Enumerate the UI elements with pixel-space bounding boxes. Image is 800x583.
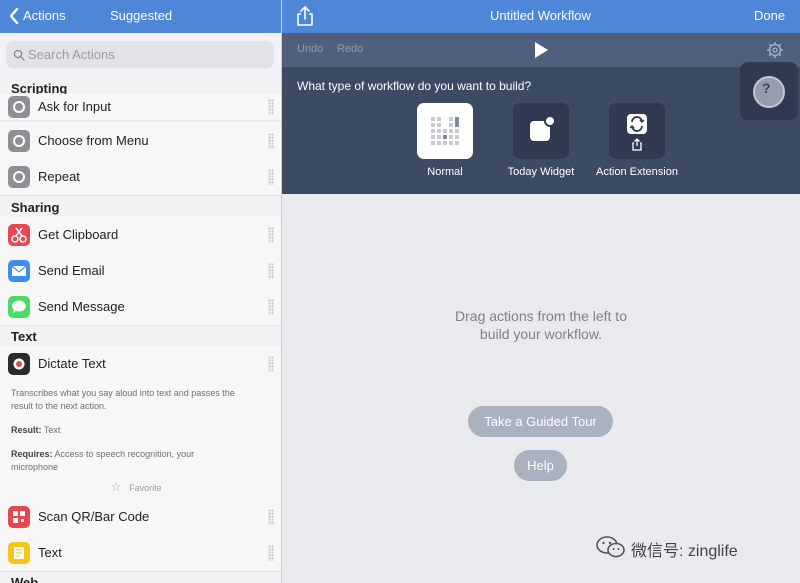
drag-handle-icon[interactable] <box>268 545 274 561</box>
action-send-email[interactable]: Send Email <box>0 253 281 290</box>
action-get-clipboard[interactable]: Get Clipboard <box>0 217 281 254</box>
result-value: Text <box>43 425 61 435</box>
gear-icon <box>8 130 30 152</box>
gear-icon <box>8 166 30 188</box>
assistive-touch-button[interactable]: ? <box>740 62 798 120</box>
workflow-icon <box>431 117 459 145</box>
drag-handle-icon[interactable] <box>268 356 274 372</box>
result-row: Result: Text <box>11 424 60 437</box>
suggested-tab[interactable]: Suggested <box>110 8 172 23</box>
extension-icon <box>627 114 647 151</box>
watermark-text: 微信号: zinglife <box>631 543 738 560</box>
question-icon: ? <box>762 80 771 96</box>
description-line-2: result to the next action. <box>11 401 107 411</box>
page-title: Untitled Workflow <box>490 8 591 23</box>
drag-handle-icon[interactable] <box>268 99 274 115</box>
drag-handle-icon[interactable] <box>268 227 274 243</box>
action-repeat[interactable]: Repeat <box>0 159 281 196</box>
action-ask-for-input[interactable]: Ask for Input <box>0 94 281 121</box>
action-label: Get Clipboard <box>38 227 119 242</box>
star-icon: ☆ <box>110 479 122 494</box>
result-label: Result: <box>11 425 42 435</box>
requires-row: Requires: Access to speech recognition, … <box>11 448 194 461</box>
redo-button[interactable]: Redo <box>337 43 363 55</box>
description-line-1: Transcribes what you say aloud into text… <box>11 388 235 398</box>
canvas-hint-line-2: build your workflow. <box>479 326 603 342</box>
back-button[interactable]: Actions <box>6 4 86 29</box>
action-label: Dictate Text <box>38 356 106 371</box>
action-label: Repeat <box>38 169 80 184</box>
type-action-extension-button[interactable] <box>609 103 665 159</box>
workflow-header: Untitled Workflow Done <box>282 0 800 33</box>
type-today-widget-button[interactable] <box>513 103 569 159</box>
action-label: Ask for Input <box>38 99 111 114</box>
favorite-button[interactable]: ☆ Favorite <box>110 478 162 496</box>
type-normal-button[interactable] <box>417 103 473 159</box>
microphone-icon <box>8 353 30 375</box>
text-icon <box>8 542 30 564</box>
type-normal-label: Normal <box>427 166 463 178</box>
requires-line-2: microphone <box>11 462 59 472</box>
action-dictate-text[interactable]: Dictate Text <box>0 346 281 382</box>
section-web: Web <box>11 575 39 583</box>
actions-sidebar: Scripting Ask for Input Choose from Menu… <box>0 33 281 583</box>
search-icon <box>13 49 25 61</box>
chooser-question: What type of workflow do you want to bui… <box>297 79 532 93</box>
section-sharing: Sharing <box>11 200 60 215</box>
workflow-type-chooser: What type of workflow do you want to bui… <box>282 67 800 194</box>
dictate-detail: Transcribes what you say aloud into text… <box>0 382 281 500</box>
requires-value: Access to speech recognition, your <box>54 449 195 459</box>
drag-handle-icon[interactable] <box>268 509 274 525</box>
type-action-extension-label: Action Extension <box>596 166 678 178</box>
action-send-message[interactable]: Send Message <box>0 289 281 326</box>
action-label: Send Email <box>38 263 105 278</box>
requires-label: Requires: <box>11 449 53 459</box>
canvas-hint-line-1: Drag actions from the left to <box>455 308 627 324</box>
gear-icon <box>8 96 30 118</box>
share-icon[interactable] <box>296 5 314 27</box>
widget-icon <box>530 115 556 141</box>
wechat-icon <box>596 536 625 558</box>
action-label: Scan QR/Bar Code <box>38 509 150 524</box>
favorite-label: Favorite <box>129 483 162 493</box>
action-label: Send Message <box>38 299 125 314</box>
drag-handle-icon[interactable] <box>268 169 274 185</box>
workflow-canvas: Drag actions from the left to build your… <box>282 194 800 583</box>
drag-handle-icon[interactable] <box>268 263 274 279</box>
guided-tour-button[interactable]: Take a Guided Tour <box>468 406 613 437</box>
drag-handle-icon[interactable] <box>268 133 274 149</box>
drag-handle-icon[interactable] <box>268 299 274 315</box>
done-button[interactable]: Done <box>754 8 785 23</box>
undo-button[interactable]: Undo <box>297 43 323 55</box>
search-input[interactable] <box>28 41 268 68</box>
chevron-left-icon <box>9 7 19 25</box>
play-icon[interactable] <box>533 41 549 59</box>
action-label: Choose from Menu <box>38 133 149 148</box>
watermark: 微信号: zinglife <box>595 533 795 563</box>
action-scan-qr[interactable]: Scan QR/Bar Code <box>0 499 281 536</box>
gear-icon[interactable] <box>766 41 784 59</box>
search-field[interactable] <box>6 41 274 68</box>
scissors-icon <box>8 224 30 246</box>
sidebar-header: Actions Suggested <box>0 0 282 33</box>
back-label: Actions <box>23 8 66 23</box>
editor-toolbar: Undo Redo <box>282 33 800 67</box>
qr-code-icon <box>8 506 30 528</box>
mail-icon <box>8 260 30 282</box>
type-today-widget-label: Today Widget <box>507 166 575 178</box>
section-text: Text <box>11 329 37 344</box>
action-text[interactable]: Text <box>0 535 281 572</box>
action-label: Text <box>38 545 62 560</box>
action-choose-from-menu[interactable]: Choose from Menu <box>0 123 281 160</box>
help-button[interactable]: Help <box>514 450 567 481</box>
message-icon <box>8 296 30 318</box>
